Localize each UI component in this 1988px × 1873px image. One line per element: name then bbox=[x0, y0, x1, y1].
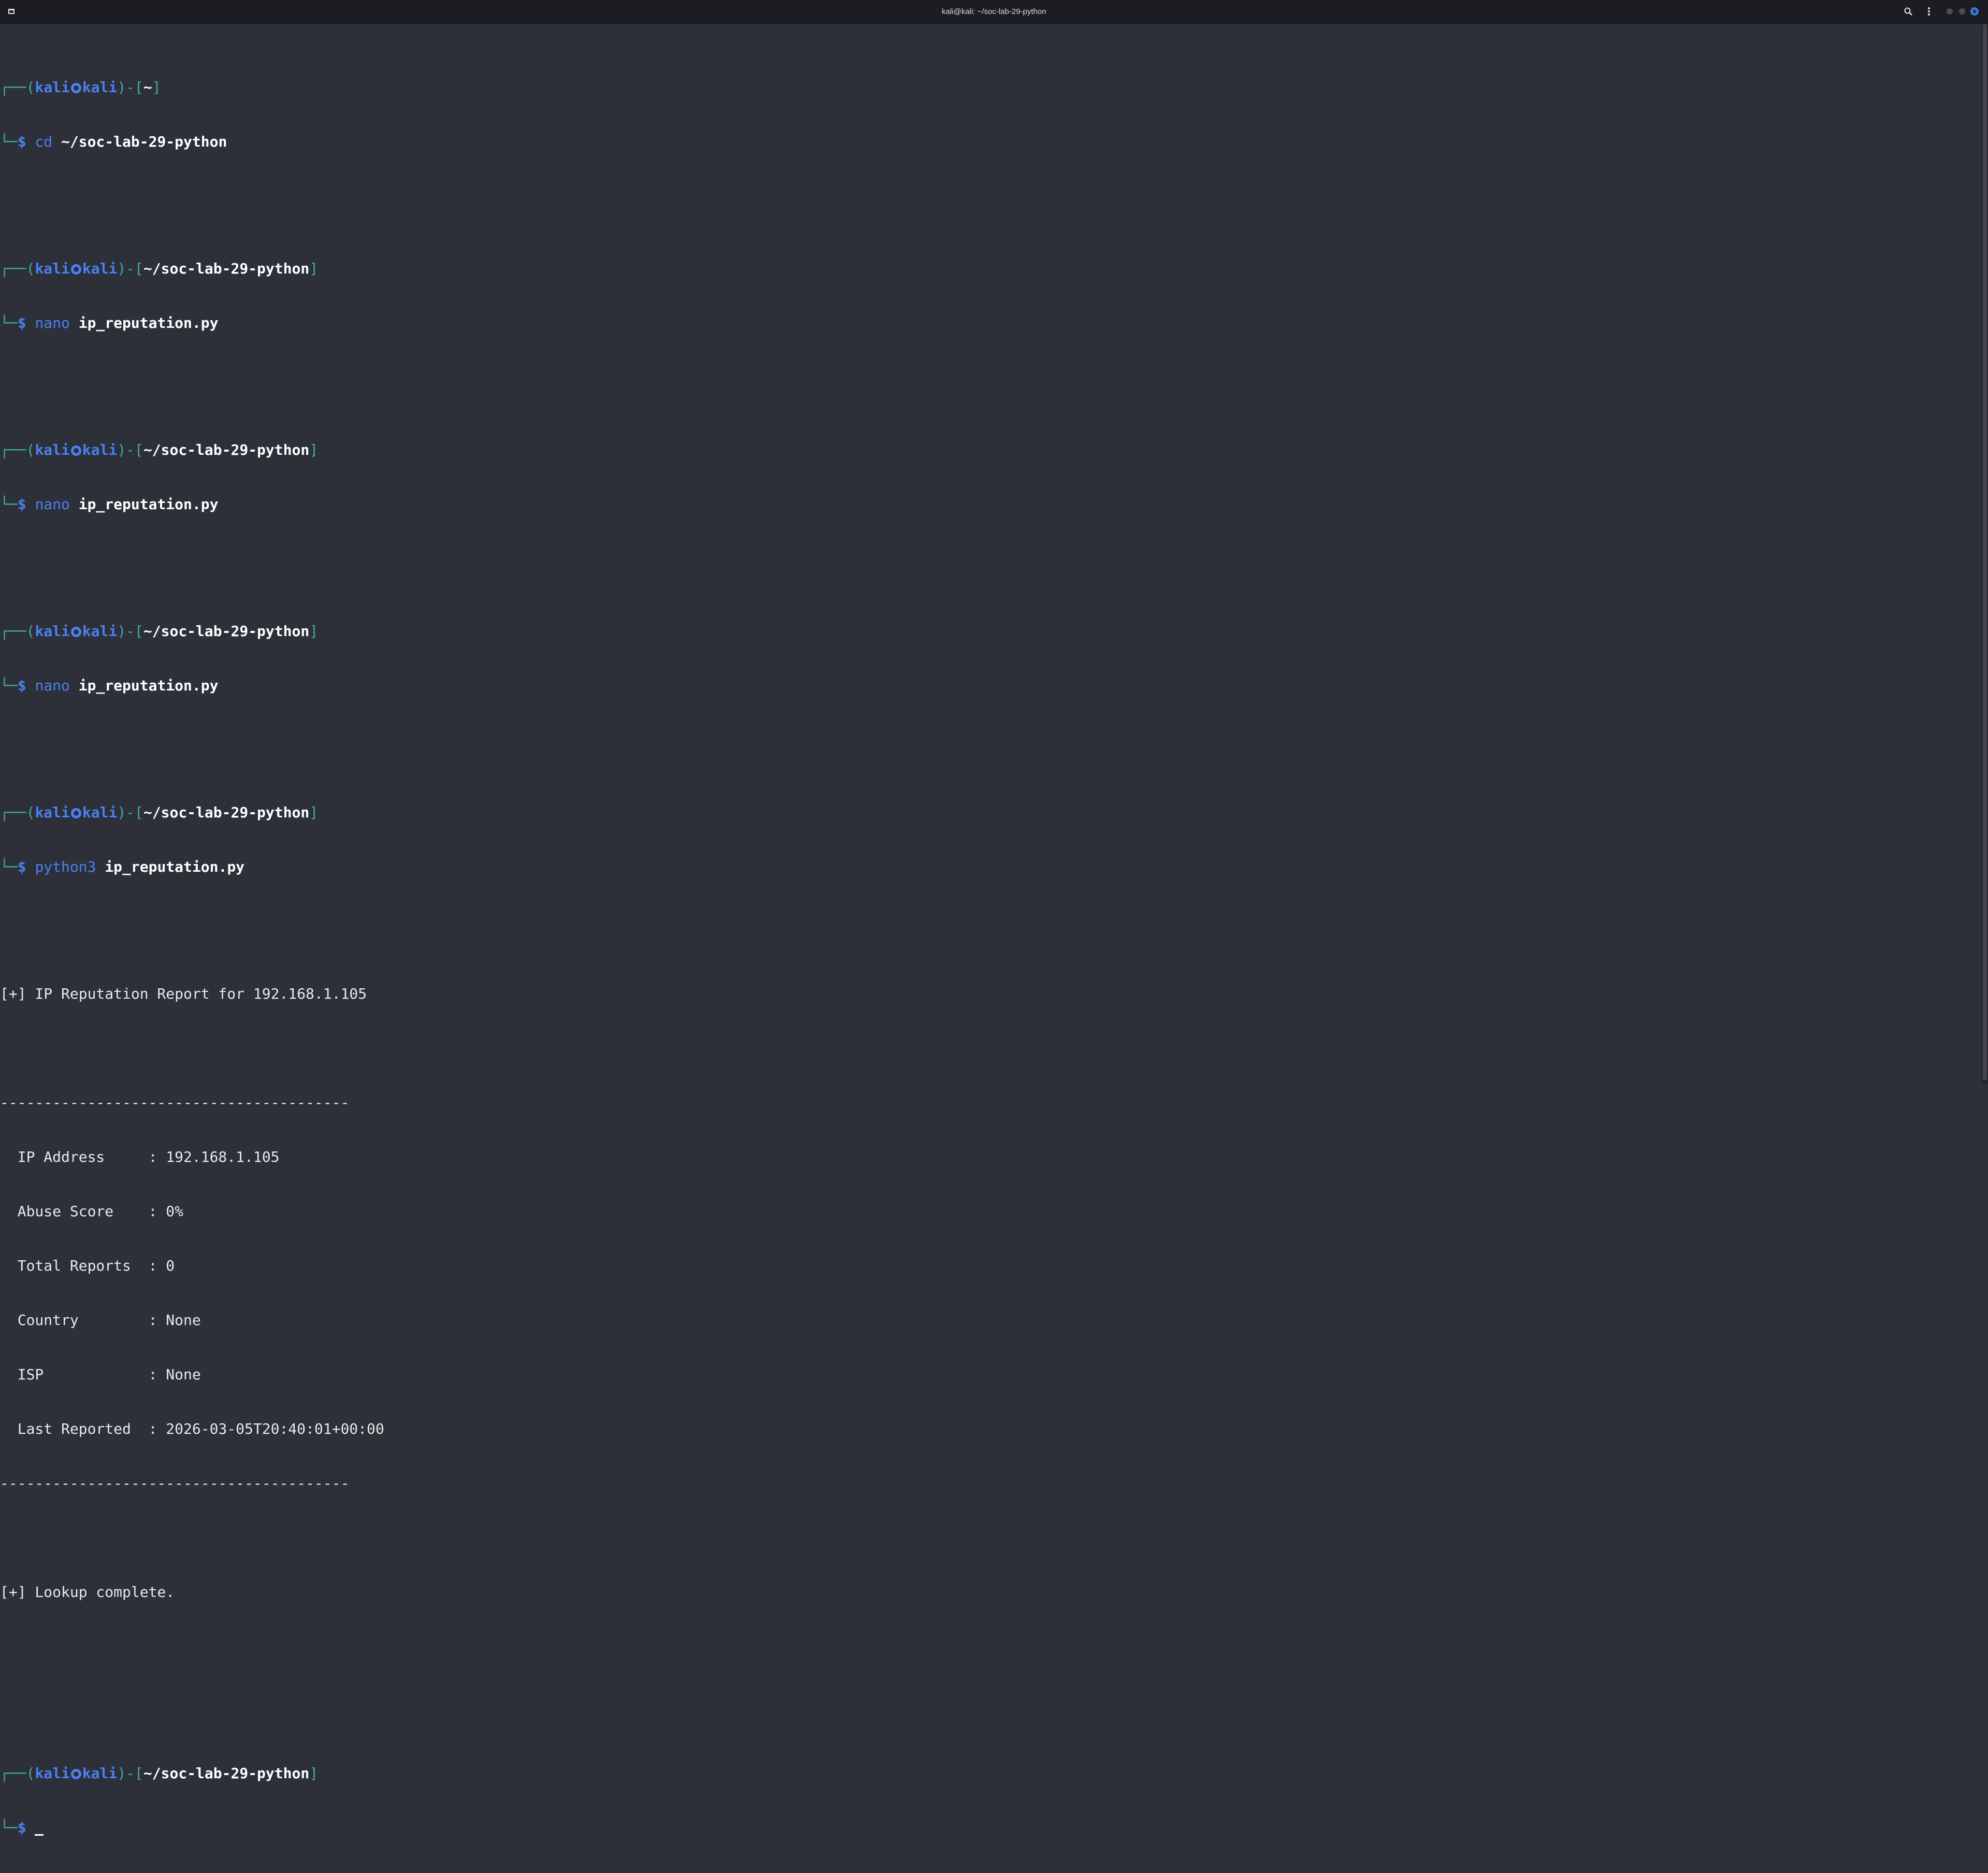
window-title: kali@kali: ~/soc-lab-29-python bbox=[942, 7, 1046, 16]
command-line-active[interactable]: └─$ bbox=[0, 1819, 1982, 1837]
kali-skull-icon bbox=[70, 627, 81, 637]
command-line: └─$ nano ip_reputation.py bbox=[0, 314, 219, 332]
kebab-menu-icon[interactable] bbox=[1924, 6, 1934, 17]
text-cursor bbox=[35, 1834, 44, 1836]
report-row-ip: IP Address : 192.168.1.105 bbox=[0, 1148, 280, 1165]
prompt-line: ┌──(kali kali)-[~/soc-lab-29-python] bbox=[0, 804, 319, 821]
report-row-total-reports: Total Reports : 0 bbox=[0, 1257, 175, 1274]
search-icon[interactable] bbox=[1903, 6, 1913, 17]
kali-skull-icon bbox=[70, 808, 81, 818]
prompt-line: ┌──(kali kali)-[~/soc-lab-29-python] bbox=[0, 441, 319, 458]
terminal-window: kali@kali: ~/soc-lab-29-python ┌──(kali k… bbox=[0, 0, 1988, 1836]
command-line: └─$ cd ~/soc-lab-29-python bbox=[0, 133, 227, 150]
report-row-isp: ISP : None bbox=[0, 1366, 201, 1383]
kali-skull-icon bbox=[70, 1769, 81, 1779]
command-line: └─$ nano ip_reputation.py bbox=[0, 496, 219, 513]
report-row-abuse-score: Abuse Score : 0% bbox=[0, 1203, 184, 1220]
report-divider-bottom: ---------------------------------------- bbox=[0, 1475, 350, 1492]
scrollbar-thumb[interactable] bbox=[1983, 24, 1987, 1080]
prompt-line: ┌──(kali kali)-[~/soc-lab-29-python] bbox=[0, 623, 319, 640]
command-line: └─$ nano ip_reputation.py bbox=[0, 677, 219, 694]
report-header: [+] IP Reputation Report for 192.168.1.1… bbox=[0, 985, 367, 1002]
report-divider-top: ---------------------------------------- bbox=[0, 1094, 350, 1111]
prompt-line: ┌──(kali kali)-[~] bbox=[0, 79, 161, 96]
scrollbar[interactable] bbox=[1982, 24, 1988, 1084]
close-icon[interactable] bbox=[1969, 6, 1980, 17]
report-row-country: Country : None bbox=[0, 1312, 201, 1329]
title-bar: kali@kali: ~/soc-lab-29-python bbox=[0, 0, 1988, 24]
prompt-line: ┌──(kali kali)-[~/soc-lab-29-python] bbox=[0, 260, 319, 277]
terminal-output[interactable]: ┌──(kali kali)-[~] └─$ cd ~/soc-lab-29-py… bbox=[0, 24, 1982, 1836]
kali-skull-icon bbox=[70, 445, 81, 456]
command-line: └─$ python3 ip_reputation.py bbox=[0, 858, 245, 875]
report-footer: [+] Lookup complete. bbox=[0, 1583, 175, 1601]
prompt-line: ┌──(kali kali)-[~/soc-lab-29-python] bbox=[0, 1765, 319, 1782]
kali-skull-icon bbox=[70, 264, 81, 275]
kali-skull-icon bbox=[70, 83, 81, 93]
report-row-last-reported: Last Reported : 2026-03-05T20:40:01+00:0… bbox=[0, 1420, 384, 1437]
minimize-icon[interactable] bbox=[1944, 6, 1955, 17]
maximize-icon[interactable] bbox=[1957, 6, 1967, 17]
